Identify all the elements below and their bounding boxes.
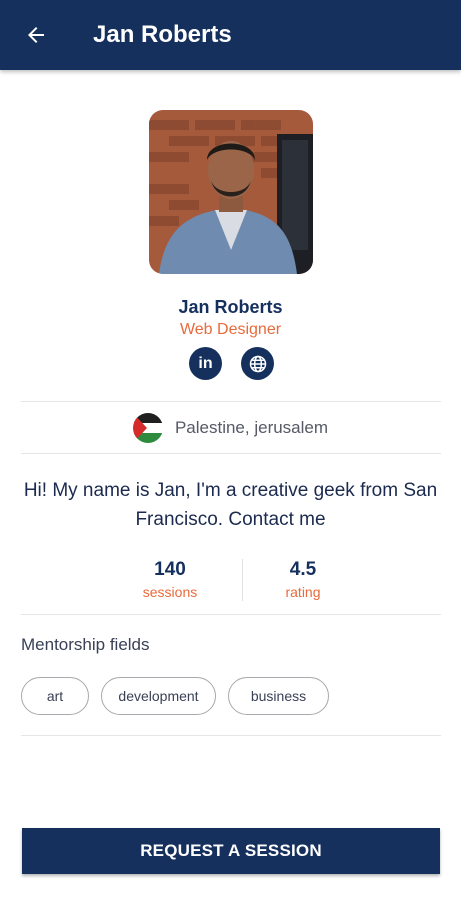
divider — [21, 735, 441, 736]
mentorship-fields-title: Mentorship fields — [21, 635, 150, 654]
divider — [21, 614, 441, 615]
profile-role: Web Designer — [179, 321, 282, 338]
location-row: Palestine, jerusalem — [0, 411, 461, 445]
linkedin-button[interactable]: in — [189, 347, 222, 380]
linkedin-icon: in — [198, 354, 213, 372]
palestine-flag-icon — [132, 413, 163, 443]
back-button[interactable] — [22, 21, 50, 49]
stat-sessions: 140 sessions — [110, 558, 230, 601]
arrow-left-icon — [28, 27, 44, 43]
request-session-button[interactable]: REQUEST A SESSION — [22, 828, 440, 874]
divider — [21, 453, 441, 454]
profile-name: Jan Roberts — [178, 297, 283, 317]
avatar — [149, 110, 313, 274]
stat-label: rating — [285, 584, 321, 600]
field-chip-art[interactable]: art — [21, 677, 89, 715]
stat-value: 4.5 — [289, 559, 317, 580]
field-chip-development[interactable]: development — [101, 677, 216, 715]
divider — [21, 401, 441, 402]
stat-value: 140 — [154, 559, 186, 580]
location-text: Palestine, jerusalem — [174, 418, 329, 437]
profile-bio: Hi! My name is Jan, I'm a creative geek … — [23, 480, 438, 530]
globe-icon — [249, 355, 266, 372]
page-title: Jan Roberts — [93, 21, 232, 48]
field-chip-business[interactable]: business — [228, 677, 329, 715]
website-button[interactable] — [241, 347, 274, 380]
app-bar: Jan Roberts — [0, 0, 461, 70]
stat-rating: 4.5 rating — [243, 558, 363, 601]
stat-label: sessions — [142, 584, 198, 600]
